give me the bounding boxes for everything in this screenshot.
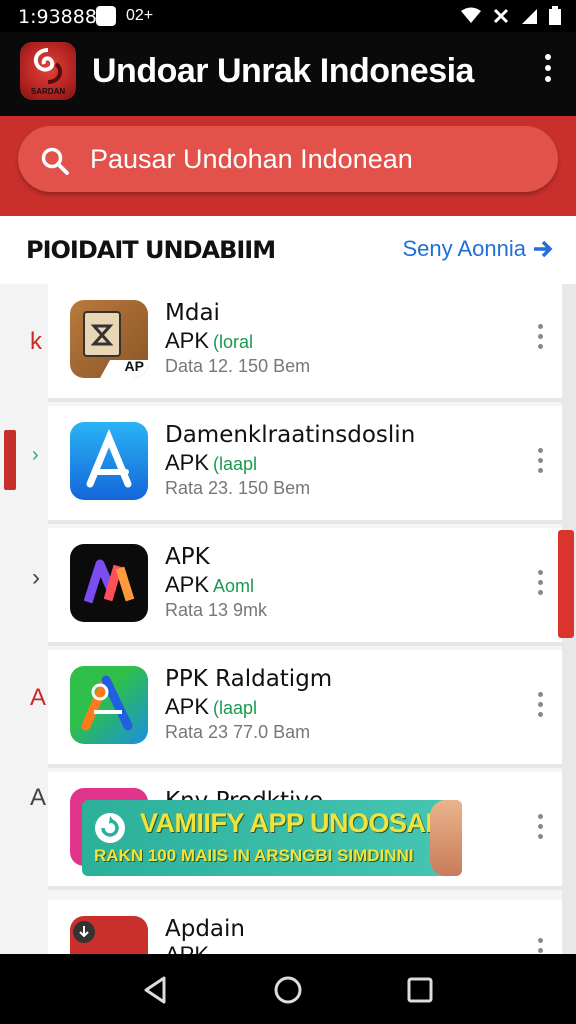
banner-subline: RAKN 100 MAIIS IN ARSNGBI SIMDINNI — [94, 846, 414, 865]
home-icon[interactable] — [272, 974, 304, 1006]
list-item[interactable]: Apdain APK — [48, 900, 562, 954]
overflow-menu-icon[interactable] — [542, 54, 554, 88]
n-logo-icon — [83, 559, 135, 604]
item-menu-icon[interactable] — [536, 938, 544, 954]
app-icon — [70, 666, 148, 744]
item-menu-icon[interactable] — [536, 448, 544, 476]
app-type: APK — [165, 942, 209, 954]
search-icon — [41, 147, 69, 175]
no-signal-icon — [493, 8, 509, 24]
app-meta: Rata 23. 150 Bem — [165, 478, 311, 498]
refresh-icon — [95, 813, 125, 843]
app-name: Mdai — [165, 300, 220, 326]
banner-child-illustration — [430, 800, 462, 876]
app-list[interactable]: AP Mdai APK (loral Data 12. 150 Bem Damen… — [48, 284, 562, 954]
back-icon[interactable] — [140, 974, 172, 1006]
item-menu-icon[interactable] — [536, 570, 544, 598]
item-menu-icon[interactable] — [536, 324, 544, 352]
scrollbar[interactable] — [558, 530, 574, 638]
search-placeholder: Pausar Undohan Indonean — [90, 144, 413, 174]
battery-icon — [549, 6, 561, 25]
tools-a-icon — [81, 675, 133, 731]
status-bar: 1:93888 02+ — [0, 0, 576, 32]
see-all-link[interactable]: Seny Aonnia — [402, 236, 554, 262]
search-band: Pausar Undohan Indonean — [0, 116, 576, 216]
app-title: Undoar Unrak Indonesia — [92, 52, 474, 90]
appstore-a-icon — [86, 428, 132, 488]
banner-headline: VAMIIFY APP UNOOSAN — [140, 808, 445, 838]
app-logo[interactable]: SARDAN — [20, 42, 76, 100]
system-nav-bar — [0, 954, 576, 1024]
app-meta: Data 12. 150 Bem — [165, 356, 311, 376]
app-tag: (loral — [213, 332, 254, 352]
status-icons — [460, 6, 562, 26]
list-item[interactable]: AP Mdai APK (loral Data 12. 150 Bem — [48, 284, 562, 402]
app-tag: Aoml — [213, 576, 255, 596]
app-meta: Rata 13 9mk — [165, 600, 268, 620]
list-item[interactable]: APK APK Aoml Rata 13 9mk — [48, 528, 562, 646]
left-arrow-icon: › — [32, 444, 39, 466]
logo-swirl-icon — [33, 48, 63, 84]
app-icon — [70, 916, 148, 954]
see-all-label: Seny Aonnia — [402, 236, 526, 261]
apk-badge: AP — [124, 358, 144, 374]
app-bar: SARDAN Undoar Unrak Indonesia — [0, 32, 576, 116]
app-icon — [70, 544, 148, 622]
promo-banner[interactable]: VAMIIFY APP UNOOSAN RAKN 100 MAIIS IN AR… — [82, 800, 462, 876]
left-chevron-icon: › — [32, 564, 40, 591]
status-app-icon — [96, 6, 116, 26]
app-type: APK (laapl — [165, 450, 258, 475]
app-icon — [70, 422, 148, 500]
app-type: APK (laapl — [165, 694, 258, 719]
left-label: k — [30, 328, 42, 355]
app-name: Apdain — [165, 916, 245, 942]
left-red-tab — [4, 430, 16, 490]
app-meta: Rata 23 77.0 Bam — [165, 722, 311, 742]
status-extra: 02+ — [126, 7, 154, 24]
wifi-icon — [461, 7, 481, 23]
app-icon: AP — [70, 300, 148, 378]
item-menu-icon[interactable] — [536, 814, 544, 842]
list-item[interactable]: Kny Prodktive VAMIIFY APP UNOOSAN RAKN 1… — [48, 772, 562, 890]
app-name: PPK Raldatigm — [165, 666, 333, 692]
app-tag: (laapl — [213, 454, 258, 474]
left-label: A — [30, 784, 47, 811]
status-time: 1:93888 — [18, 6, 97, 28]
section-header: PIOIDAIT UNDABIIM Seny Aonnia — [0, 216, 576, 284]
left-label: A — [30, 684, 47, 711]
signal-icon — [522, 9, 537, 24]
list-item[interactable]: PPK Raldatigm APK (laapl Rata 23 77.0 Bam — [48, 650, 562, 768]
app-type: APK Aoml — [165, 572, 255, 597]
left-category-column: k › › A A — [0, 284, 48, 954]
item-menu-icon[interactable] — [536, 692, 544, 720]
download-badge-icon — [73, 921, 95, 943]
section-title: PIOIDAIT UNDABIIM — [26, 236, 276, 264]
app-name: APK — [165, 544, 210, 570]
recents-icon[interactable] — [404, 974, 436, 1006]
search-input[interactable]: Pausar Undohan Indonean — [18, 126, 558, 192]
logo-text: SARDAN — [30, 87, 66, 96]
app-name: Damenklraatinsdoslin — [165, 422, 416, 448]
app-tag: (laapl — [213, 698, 258, 718]
list-item[interactable]: Damenklraatinsdoslin APK (laapl Rata 23. … — [48, 406, 562, 524]
app-type: APK (loral — [165, 328, 254, 353]
arrow-right-icon — [534, 240, 553, 258]
